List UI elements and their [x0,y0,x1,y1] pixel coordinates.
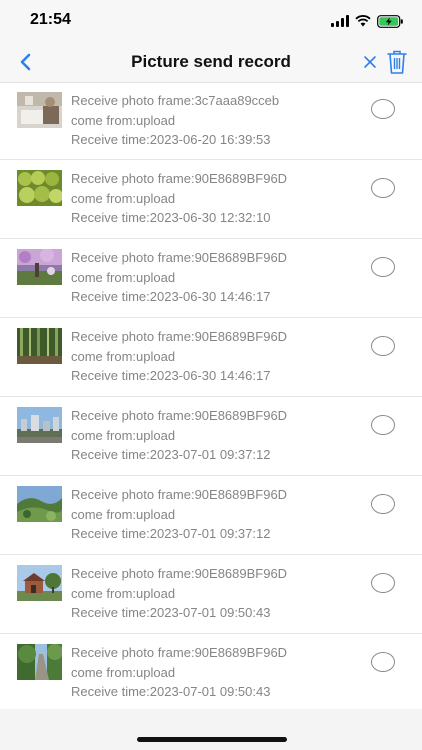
record-source: come from:upload [71,112,176,128]
trash-icon[interactable] [386,49,408,75]
page-title: Picture send record [131,52,291,71]
path-photo-thumbnail [17,644,62,680]
record-time: Receive time:2023-07-01 09:37:12 [71,447,271,462]
signal-icon [331,15,349,27]
select-radio[interactable] [371,99,395,119]
status-time: 21:54 [30,11,71,28]
list-item[interactable]: Receive photo frame:90E8689BF96D come fr… [0,555,422,634]
select-radio[interactable] [371,415,395,435]
record-source: come from:upload [71,664,176,680]
record-frame: Receive photo frame:90E8689BF96D [71,487,288,502]
record-source: come from:upload [71,269,176,285]
select-radio[interactable] [371,573,395,593]
list-item[interactable]: Receive photo frame:3c7aaa89cceb come fr… [0,83,422,160]
battery-charging-icon [377,14,403,28]
hills-photo-thumbnail [17,486,62,522]
record-frame: Receive photo frame:3c7aaa89cceb [71,93,280,108]
record-source: come from:upload [71,585,176,601]
footer-area [0,709,422,750]
record-time: Receive time:2023-07-01 09:50:43 [71,684,271,699]
record-time: Receive time:2023-06-30 14:46:17 [71,368,271,383]
select-radio[interactable] [371,336,395,356]
house-photo-thumbnail [17,565,62,601]
record-source: come from:upload [71,190,176,206]
flowers-photo-thumbnail [17,249,62,285]
bamboo-photo-thumbnail [17,328,62,364]
status-icons [331,13,404,29]
record-frame: Receive photo frame:90E8689BF96D [71,408,288,423]
list-item[interactable]: Receive photo frame:90E8689BF96D come fr… [0,239,422,318]
limes-photo-thumbnail [17,170,62,206]
select-radio[interactable] [371,178,395,198]
record-time: Receive time:2023-06-30 12:32:10 [71,210,271,225]
list-item[interactable]: Receive photo frame:90E8689BF96D come fr… [0,476,422,555]
select-radio[interactable] [371,257,395,277]
record-time: Receive time:2023-06-20 16:39:53 [71,132,271,147]
record-frame: Receive photo frame:90E8689BF96D [71,329,288,344]
close-icon[interactable] [360,50,380,74]
nav-bar: Picture send record [0,42,422,83]
list-item[interactable]: Receive photo frame:90E8689BF96D come fr… [0,160,422,239]
record-frame: Receive photo frame:90E8689BF96D [71,171,288,186]
wifi-icon [355,15,371,27]
record-time: Receive time:2023-07-01 09:50:43 [71,605,271,620]
record-frame: Receive photo frame:90E8689BF96D [71,645,288,660]
record-time: Receive time:2023-07-01 09:37:12 [71,526,271,541]
list-item[interactable]: Receive photo frame:90E8689BF96D come fr… [0,634,422,713]
room-photo-thumbnail [17,92,62,128]
city-photo-thumbnail [17,407,62,443]
record-time: Receive time:2023-06-30 14:46:17 [71,289,271,304]
record-list: Receive photo frame:3c7aaa89cceb come fr… [0,83,422,713]
record-source: come from:upload [71,427,176,443]
select-radio[interactable] [371,494,395,514]
status-bar: 21:54 [0,0,422,42]
list-item[interactable]: Receive photo frame:90E8689BF96D come fr… [0,318,422,397]
home-indicator [137,737,287,742]
record-source: come from:upload [71,348,176,364]
record-frame: Receive photo frame:90E8689BF96D [71,250,288,265]
record-source: come from:upload [71,506,176,522]
record-frame: Receive photo frame:90E8689BF96D [71,566,288,581]
list-item[interactable]: Receive photo frame:90E8689BF96D come fr… [0,397,422,476]
select-radio[interactable] [371,652,395,672]
